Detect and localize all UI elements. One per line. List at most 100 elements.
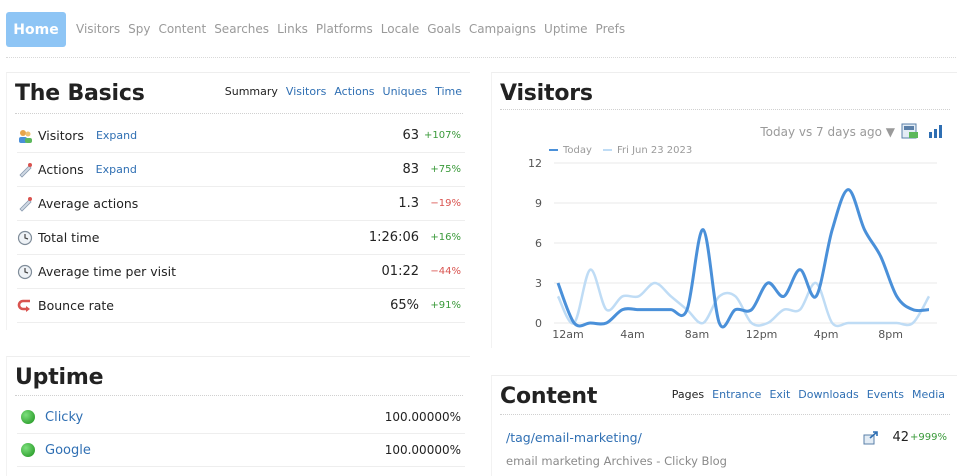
content-tabs: Pages Entrance Exit Downloads Events Med… [664, 388, 945, 401]
tab-entrance[interactable]: Entrance [712, 388, 761, 401]
nav-item-goals[interactable]: Goals [427, 22, 461, 36]
nav-item-spy[interactable]: Spy [128, 22, 150, 36]
basics-label: Bounce rate [38, 298, 114, 313]
uptime-title-divider [15, 395, 463, 396]
cursor-icon [19, 162, 32, 178]
top-nav: Home Visitors Spy Content Searches Links… [6, 12, 956, 58]
nav-item-uptime[interactable]: Uptime [544, 22, 588, 36]
chart-grid [554, 162, 937, 324]
tab-exit[interactable]: Exit [769, 388, 790, 401]
nav-item-campaigns[interactable]: Campaigns [469, 22, 536, 36]
legend-label-today[interactable]: Today [562, 145, 592, 156]
tab-pages[interactable]: Pages [672, 388, 704, 401]
basics-change: +91% [430, 300, 461, 311]
content-title: Content [500, 384, 598, 409]
tab-time[interactable]: Time [435, 85, 462, 98]
open-page-icon[interactable] [863, 431, 879, 445]
basics-label: Total time [38, 230, 100, 245]
basics-label: Average time per visit [38, 264, 177, 279]
nav-item-searches[interactable]: Searches [214, 22, 269, 36]
clock-icon [17, 230, 33, 245]
content-page-link[interactable]: /tag/email-marketing/ [506, 430, 642, 445]
x-tick-label: 4pm [814, 328, 839, 341]
uptime-percent: 100.00000% [384, 443, 461, 457]
basics-value: 63 [402, 128, 419, 143]
x-tick-label: 8pm [878, 328, 903, 341]
basics-label: Average actions [38, 196, 139, 211]
x-tick-label: 12pm [746, 328, 778, 341]
x-tick-label: 4am [620, 328, 644, 341]
uptime-row-clicky: Clicky 100.00000% [17, 401, 465, 434]
basics-change: +107% [424, 130, 461, 141]
y-tick-label: 6 [535, 237, 542, 250]
tab-media[interactable]: Media [912, 388, 945, 401]
uptime-percent: 100.00000% [384, 410, 461, 424]
nav-item-visitors[interactable]: Visitors [76, 22, 120, 36]
content-title-divider [500, 414, 950, 415]
uptime-title: Uptime [15, 365, 104, 390]
y-tick-label: 12 [528, 157, 542, 170]
visitors-panel: Visitors Today vs 7 days ago ▼ Today Fri… [491, 72, 957, 348]
uptime-panel: Uptime Clicky 100.00000% Google 100.0000… [6, 356, 470, 476]
uptime-row-google: Google 100.00000% [17, 434, 465, 467]
basics-change: +75% [430, 164, 461, 175]
basics-value: 01:22 [381, 264, 419, 279]
basics-row-bounce-rate: Bounce rate 65% +91% [17, 289, 465, 323]
basics-value: 65% [390, 298, 419, 313]
clock-icon [17, 264, 33, 279]
tab-downloads[interactable]: Downloads [798, 388, 858, 401]
basics-row-actions: Actions Expand 83 +75% [17, 153, 465, 187]
y-tick-label: 9 [535, 197, 542, 210]
tab-actions[interactable]: Actions [334, 85, 374, 98]
status-up-icon [21, 410, 35, 424]
tab-summary[interactable]: Summary [225, 85, 278, 98]
nav-home-button[interactable]: Home [6, 12, 66, 47]
basics-tabs: Summary Visitors Actions Uniques Time [217, 85, 462, 98]
basics-label: Actions [38, 162, 84, 177]
content-page-change: +999% [910, 432, 947, 443]
y-tick-label: 0 [535, 317, 542, 330]
nav-item-prefs[interactable]: Prefs [596, 22, 626, 36]
basics-title-divider [15, 113, 463, 114]
nav-item-links[interactable]: Links [277, 22, 308, 36]
content-page-count: 42 [892, 430, 909, 445]
tab-visitors[interactable]: Visitors [286, 85, 326, 98]
tab-events[interactable]: Events [867, 388, 904, 401]
basics-value: 83 [402, 162, 419, 177]
basics-change: +16% [430, 232, 461, 243]
basics-row-total-time: Total time 1:26:06 +16% [17, 221, 465, 255]
status-up-icon [21, 443, 35, 457]
basics-row-average-actions: Average actions 1.3 −19% [17, 187, 465, 221]
basics-panel: The Basics Summary Visitors Actions Uniq… [6, 72, 470, 330]
content-page-title: email marketing Archives - Clicky Blog [506, 454, 727, 468]
chart-x-ticks: 12am 4am 8am 12pm 4pm 8pm [552, 328, 903, 341]
content-panel: Content Pages Entrance Exit Downloads Ev… [491, 375, 957, 476]
basics-value: 1:26:06 [368, 230, 419, 245]
expand-visitors-link[interactable]: Expand [96, 129, 137, 142]
legend-label-previous[interactable]: Fri Jun 23 2023 [617, 145, 692, 156]
chart-y-ticks: 0 3 6 9 12 [528, 157, 542, 330]
basics-label: Visitors [38, 128, 84, 143]
x-tick-label: 12am [552, 328, 583, 341]
y-tick-label: 3 [535, 277, 542, 290]
nav-items: Visitors Spy Content Searches Links Plat… [76, 22, 633, 36]
x-tick-label: 8am [685, 328, 709, 341]
uptime-service-link[interactable]: Google [45, 443, 91, 458]
chart-lines [556, 188, 931, 329]
nav-item-content[interactable]: Content [158, 22, 206, 36]
users-icon [19, 129, 32, 143]
nav-item-platforms[interactable]: Platforms [316, 22, 373, 36]
bounce-icon [17, 299, 30, 312]
tab-uniques[interactable]: Uniques [383, 85, 428, 98]
nav-item-locale[interactable]: Locale [381, 22, 419, 36]
basics-value: 1.3 [398, 196, 419, 211]
chart-legend: Today Fri Jun 23 2023 [549, 145, 692, 156]
legend-swatch-previous [603, 149, 612, 151]
basics-title: The Basics [15, 81, 145, 106]
expand-actions-link[interactable]: Expand [96, 163, 137, 176]
visitors-line-chart: Today Fri Jun 23 2023 036912 12am 4am 8am 1… [528, 145, 937, 341]
uptime-service-link[interactable]: Clicky [45, 410, 83, 425]
basics-row-average-time: Average time per visit 01:22 −44% [17, 255, 465, 289]
basics-change: −19% [430, 198, 461, 209]
cursor-icon [19, 196, 32, 212]
